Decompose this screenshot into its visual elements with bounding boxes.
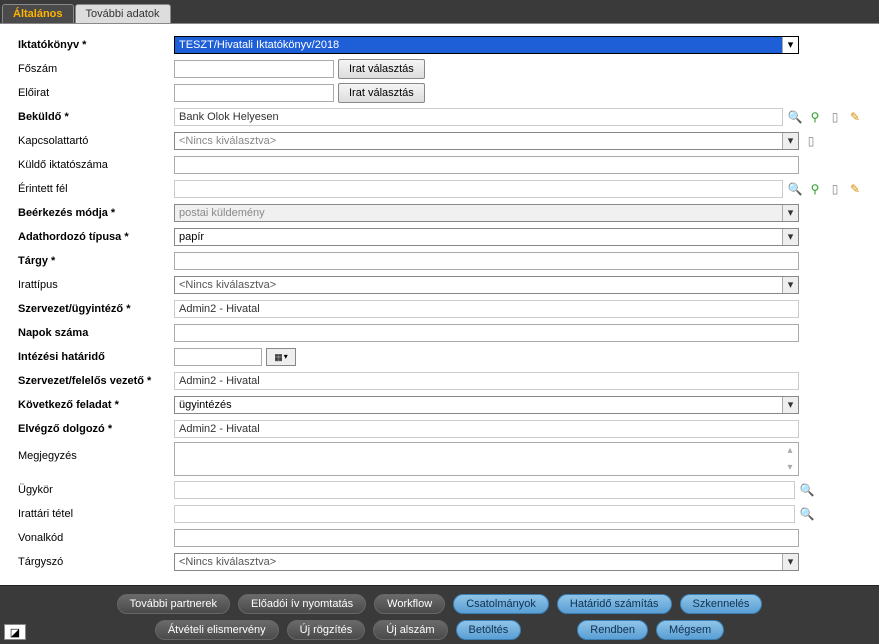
targyszo-value: <Nincs kiválasztva>	[179, 556, 276, 568]
szervezet-ugyintezo-input[interactable]	[174, 300, 799, 318]
targy-input[interactable]	[174, 252, 799, 270]
label-szervezet-felelos: Szervezet/felelős vezető *	[16, 375, 174, 387]
irat-valasztas-eloirat-button[interactable]: Irat választás	[338, 83, 425, 103]
select-iktatokonyv[interactable]: TESZT/Hivatali Iktatókönyv/2018 ▾	[174, 36, 799, 54]
label-megjegyzes: Megjegyzés	[16, 442, 174, 462]
label-elvegzo-dolgozo: Elvégző dolgozó *	[16, 423, 174, 435]
search-icon[interactable]: 🔍	[799, 482, 815, 498]
link-icon[interactable]: ⚲	[807, 181, 823, 197]
scroll-down-icon[interactable]: ▾	[787, 462, 792, 473]
link-icon[interactable]: ⚲	[807, 109, 823, 125]
bekuldo-input[interactable]	[174, 108, 783, 126]
rendben-button[interactable]: Rendben	[577, 620, 648, 640]
beerkezes-modja-value: postai küldemény	[179, 207, 265, 219]
kovetkezo-feladat-value: ügyintézés	[179, 399, 232, 411]
label-irattari-tetel: Irattári tétel	[16, 508, 174, 520]
szervezet-felelos-input[interactable]	[174, 372, 799, 390]
label-targyszo: Tárgyszó	[16, 556, 174, 568]
search-icon[interactable]: 🔍	[799, 506, 815, 522]
calendar-icon: ▦	[274, 353, 283, 361]
vonalkod-input[interactable]	[174, 529, 799, 547]
chevron-down-icon[interactable]: ▾	[782, 205, 798, 221]
workflow-button[interactable]: Workflow	[374, 594, 445, 614]
erintett-fel-input[interactable]	[174, 180, 783, 198]
label-adathordozo: Adathordozó típusa *	[16, 231, 174, 243]
szkenneles-button[interactable]: Szkennelés	[680, 594, 763, 614]
hatarido-szamitas-button[interactable]: Határidő számítás	[557, 594, 672, 614]
tab-general[interactable]: Általános	[2, 4, 74, 23]
page-icon[interactable]: ▯	[803, 133, 819, 149]
intezesi-hatarido-input[interactable]	[174, 348, 262, 366]
search-icon[interactable]: 🔍	[787, 109, 803, 125]
pencil-icon[interactable]: ✎	[847, 109, 863, 125]
label-kapcsolattarto: Kapcsolattartó	[16, 135, 174, 147]
search-icon[interactable]: 🔍	[787, 181, 803, 197]
adathordozo-value: papír	[179, 231, 204, 243]
label-ugykor: Ügykör	[16, 484, 174, 496]
atveteli-elismerveny-button[interactable]: Átvételi elismervény	[155, 620, 279, 640]
chevron-down-icon[interactable]: ▾	[782, 397, 798, 413]
label-targy: Tárgy *	[16, 255, 174, 267]
chevron-down-icon[interactable]: ▾	[782, 277, 798, 293]
uj-alszam-button[interactable]: Új alszám	[373, 620, 447, 640]
date-picker-button[interactable]: ▦ ▾	[266, 348, 296, 366]
megjegyzes-textarea[interactable]: ▴▾	[174, 442, 799, 476]
label-intezesi-hatarido: Intézési határidő	[16, 351, 174, 363]
select-irattipus[interactable]: <Nincs kiválasztva> ▾	[174, 276, 799, 294]
chevron-down-icon: ▾	[284, 352, 288, 361]
label-beerkezes-modja: Beérkezés módja *	[16, 207, 174, 219]
elvegzo-dolgozo-input[interactable]	[174, 420, 799, 438]
label-kuldo-iktatoszama: Küldő iktatószáma	[16, 159, 174, 171]
eloirat-input[interactable]	[174, 84, 334, 102]
kapcsolattarto-value: <Nincs kiválasztva>	[179, 135, 276, 147]
select-kovetkezo-feladat[interactable]: ügyintézés ▾	[174, 396, 799, 414]
select-targyszo[interactable]: <Nincs kiválasztva> ▾	[174, 553, 799, 571]
foszam-input[interactable]	[174, 60, 334, 78]
pencil-icon[interactable]: ✎	[847, 181, 863, 197]
kuldo-iktatoszama-input[interactable]	[174, 156, 799, 174]
select-kapcsolattarto[interactable]: <Nincs kiválasztva> ▾	[174, 132, 799, 150]
tab-more-data[interactable]: További adatok	[75, 4, 171, 23]
label-erintett-fel: Érintett fél	[16, 183, 174, 195]
select-iktatokonyv-value: TESZT/Hivatali Iktatókönyv/2018	[179, 39, 339, 51]
label-szervezet-ugyintezo: Szervezet/ügyintéző *	[16, 303, 174, 315]
betoltes-button[interactable]: Betöltés	[456, 620, 522, 640]
label-kovetkezo-feladat: Következő feladat *	[16, 399, 174, 411]
label-vonalkod: Vonalkód	[16, 532, 174, 544]
chevron-down-icon[interactable]: ▾	[782, 229, 798, 245]
select-beerkezes-modja[interactable]: postai küldemény ▾	[174, 204, 799, 222]
chevron-down-icon[interactable]: ▾	[782, 554, 798, 570]
app-logo-icon: ◪	[4, 624, 26, 640]
napok-szama-input[interactable]	[174, 324, 799, 342]
scroll-up-icon[interactable]: ▴	[787, 445, 792, 456]
page-icon[interactable]: ▯	[827, 181, 843, 197]
label-eloirat: Előirat	[16, 87, 174, 99]
megsem-button[interactable]: Mégsem	[656, 620, 724, 640]
chevron-down-icon[interactable]: ▾	[782, 37, 798, 53]
csatolmanyok-button[interactable]: Csatolmányok	[453, 594, 549, 614]
tovabbi-partnerek-button[interactable]: További partnerek	[117, 594, 230, 614]
select-adathordozo[interactable]: papír ▾	[174, 228, 799, 246]
uj-rogzites-button[interactable]: Új rögzítés	[287, 620, 366, 640]
label-foszam: Főszám	[16, 63, 174, 75]
irat-valasztas-foszam-button[interactable]: Irat választás	[338, 59, 425, 79]
irattipus-value: <Nincs kiválasztva>	[179, 279, 276, 291]
eloadoi-iv-button[interactable]: Előadói ív nyomtatás	[238, 594, 366, 614]
ugykor-input[interactable]	[174, 481, 795, 499]
chevron-down-icon[interactable]: ▾	[782, 133, 798, 149]
tab-bar: Általános További adatok	[0, 4, 879, 24]
label-iktatokonyv: Iktatókönyv *	[16, 39, 174, 51]
label-bekuldo: Beküldő *	[16, 111, 174, 123]
irattari-tetel-input[interactable]	[174, 505, 795, 523]
label-napok-szama: Napok száma	[16, 327, 174, 339]
page-icon[interactable]: ▯	[827, 109, 843, 125]
footer-toolbar: További partnerek Előadói ív nyomtatás W…	[0, 585, 879, 644]
label-irattipus: Irattípus	[16, 279, 174, 291]
